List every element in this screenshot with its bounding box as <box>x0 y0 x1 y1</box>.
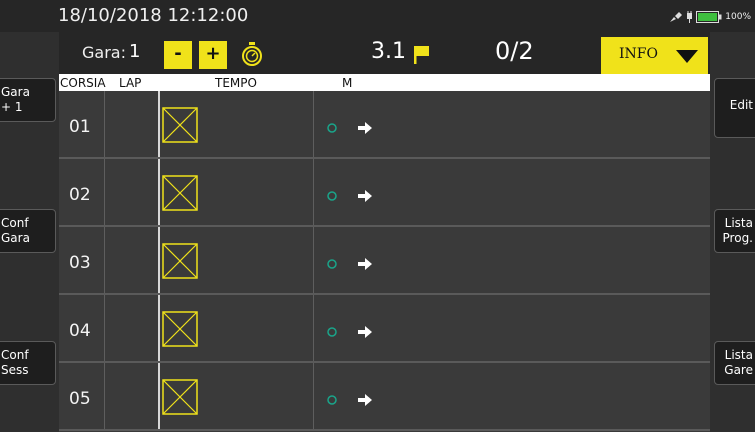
elapsed-time: 3.1 <box>371 39 406 64</box>
lane-number: 05 <box>69 389 91 409</box>
table-column-header: CORSIA LAP TEMPO M <box>59 74 710 91</box>
crossed-box-icon <box>162 379 198 415</box>
battery-percent: 100% <box>725 12 751 22</box>
circle-outline-icon <box>327 259 337 269</box>
button-label-line1: Gara <box>1 85 30 99</box>
decrement-button[interactable]: - <box>164 41 192 69</box>
plug-icon <box>687 11 693 23</box>
crossed-box-icon <box>162 243 198 279</box>
button-label-line2: Prog. <box>722 231 753 245</box>
lap-count: 0/2 <box>495 37 534 65</box>
race-header: Gara: 1 - + 3.1 0/2 INFO <box>59 32 710 74</box>
arrow-right-icon[interactable] <box>357 190 373 202</box>
table-row[interactable]: 04 <box>59 295 710 363</box>
satellite-icon <box>670 12 683 22</box>
button-label-line1: Lista <box>724 348 753 362</box>
edit-button[interactable]: Edit <box>714 78 755 138</box>
lane-number: 02 <box>69 185 91 205</box>
arrow-right-icon[interactable] <box>357 258 373 270</box>
column-tempo: TEMPO <box>215 76 257 90</box>
column-lap: LAP <box>119 76 142 90</box>
info-dropdown[interactable]: INFO <box>601 37 708 74</box>
table-row[interactable]: 03 <box>59 227 710 295</box>
circle-outline-icon <box>327 191 337 201</box>
button-label-line1: Edit <box>729 98 753 112</box>
crossed-box-icon <box>162 311 198 347</box>
arrow-right-icon[interactable] <box>357 394 373 406</box>
flag-icon <box>414 46 429 64</box>
table-row[interactable]: 02 <box>59 159 710 227</box>
button-label-line1: Conf <box>1 216 29 230</box>
increment-button[interactable]: + <box>199 41 227 69</box>
gara-label: Gara: <box>82 43 126 62</box>
right-side-panel: Edit Lista Prog. Lista Gare <box>710 32 755 432</box>
gara-plus-one-button[interactable]: Gara + 1 <box>0 78 56 122</box>
button-label-line2: + 1 <box>1 100 23 114</box>
status-icons: 100% <box>669 11 751 23</box>
button-label-line1: Lista <box>724 216 753 230</box>
circle-outline-icon <box>327 327 337 337</box>
crossed-box-icon <box>162 107 198 143</box>
lane-number: 01 <box>69 117 91 137</box>
button-label-line2: Sess <box>1 363 29 377</box>
conf-sess-button[interactable]: Conf Sess <box>0 341 56 385</box>
conf-gara-button[interactable]: Conf Gara <box>0 209 56 253</box>
circle-outline-icon <box>327 123 337 133</box>
lista-prog-button[interactable]: Lista Prog. <box>714 209 755 253</box>
table-row[interactable]: 01 <box>59 91 710 159</box>
lane-number: 04 <box>69 321 91 341</box>
status-bar: 18/10/2018 12:12:00 100% <box>0 0 755 32</box>
arrow-right-icon[interactable] <box>357 122 373 134</box>
crossed-box-icon <box>162 175 198 211</box>
column-corsia: CORSIA <box>60 76 106 90</box>
date-time: 18/10/2018 12:12:00 <box>58 5 249 26</box>
button-label-line1: Conf <box>1 348 29 362</box>
button-label-line2: Gare <box>724 363 753 377</box>
circle-outline-icon <box>327 395 337 405</box>
arrow-right-icon[interactable] <box>357 326 373 338</box>
table-row[interactable]: 05 <box>59 363 710 431</box>
button-label-line2: Gara <box>1 231 30 245</box>
lista-gare-button[interactable]: Lista Gare <box>714 341 755 385</box>
column-m: M <box>342 76 353 90</box>
battery-icon <box>696 11 722 23</box>
stopwatch-icon <box>242 42 262 66</box>
lane-number: 03 <box>69 253 91 273</box>
triangle-down-icon <box>676 50 698 63</box>
gara-number: 1 <box>129 41 141 62</box>
left-side-panel: Gara + 1 Conf Gara Conf Sess <box>0 32 59 432</box>
info-label: INFO <box>619 46 658 62</box>
